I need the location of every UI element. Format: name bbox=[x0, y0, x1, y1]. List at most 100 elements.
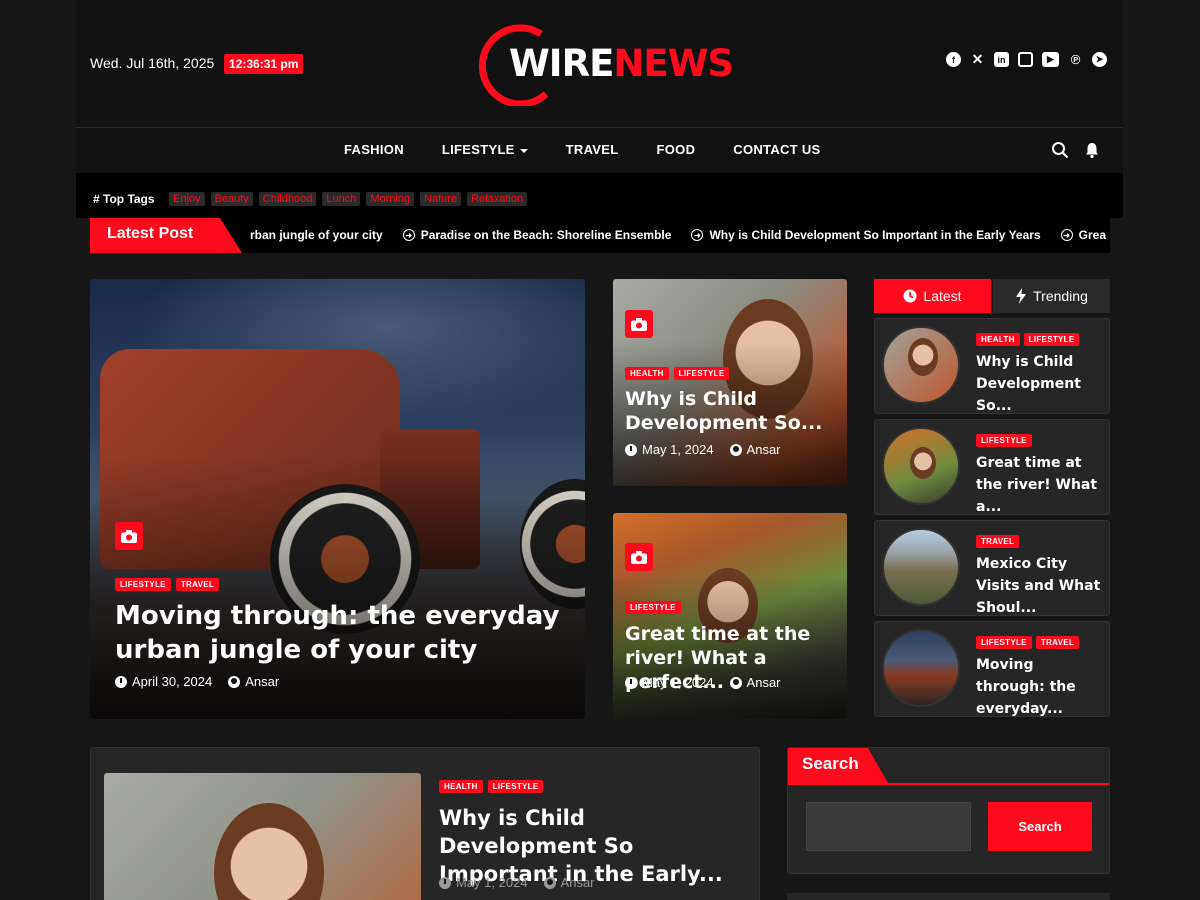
logo-news: NEWS bbox=[613, 42, 734, 85]
tag-childhood[interactable]: Childhood bbox=[258, 192, 317, 206]
sidebar-post-title[interactable]: Why is Child Development So... bbox=[976, 351, 1101, 417]
ticker-item[interactable]: rban jungle of your city bbox=[250, 228, 383, 242]
category-badge[interactable]: LIFESTYLE bbox=[115, 578, 171, 591]
camera-icon bbox=[625, 543, 653, 571]
category-badge[interactable]: TRAVEL bbox=[1035, 636, 1080, 649]
youtube-icon[interactable]: ▶ bbox=[1042, 52, 1059, 67]
post-card-date: May 1, 2024 bbox=[642, 442, 714, 457]
hero-title-line: urban jungle of your city bbox=[115, 635, 478, 665]
logo-wire: WIRE bbox=[509, 42, 614, 85]
sidebar-post-badges: LIFESTYLE bbox=[976, 434, 1032, 447]
user-icon bbox=[543, 876, 556, 889]
search-widget: Search Search bbox=[787, 747, 1110, 874]
top-tags-title: # Top Tags bbox=[93, 192, 155, 206]
social-links: f ✕ in ▶ ℗ ➤ bbox=[946, 51, 1107, 67]
tag-enjoy[interactable]: Enjoy bbox=[169, 192, 205, 206]
ticker-item[interactable]: ➜ Grea bbox=[1060, 228, 1106, 242]
sidebar-post[interactable]: TRAVEL Mexico City Visits and What Shoul… bbox=[874, 520, 1110, 616]
tag-beauty[interactable]: Beauty bbox=[210, 192, 253, 206]
nav-fashion[interactable]: FASHION bbox=[344, 142, 404, 157]
ticker-item-text: Paradise on the Beach: Shoreline Ensembl… bbox=[420, 228, 672, 242]
ticker-item[interactable]: ➜ Why is Child Development So Important i… bbox=[691, 228, 1041, 242]
ticker-item-text: rban jungle of your city bbox=[250, 228, 383, 242]
sidebar-post-thumb bbox=[882, 427, 960, 505]
top-tags-bar: # Top Tags Enjoy Beauty Childhood Lunch … bbox=[76, 173, 1123, 218]
post-card-author[interactable]: Ansar bbox=[747, 675, 781, 690]
ticker-item[interactable]: ➜ Paradise on the Beach: Shoreline Ensemb… bbox=[402, 228, 672, 242]
post-card-badges: HEALTH LIFESTYLE bbox=[625, 367, 730, 380]
arrow-right-icon: ➜ bbox=[402, 229, 415, 241]
category-badge[interactable]: HEALTH bbox=[439, 780, 483, 793]
caret-down-icon bbox=[519, 148, 528, 153]
post-card-meta: May 1, 2024 Ansar bbox=[625, 675, 781, 690]
category-badge[interactable]: TRAVEL bbox=[175, 578, 220, 591]
instagram-icon[interactable] bbox=[1018, 52, 1033, 67]
header-clock: 12:36:31 pm bbox=[224, 54, 304, 74]
hero-author[interactable]: Ansar bbox=[245, 674, 279, 689]
tab-trending[interactable]: Trending bbox=[993, 279, 1110, 313]
category-badge[interactable]: LIFESTYLE bbox=[673, 367, 730, 380]
sidebar-tabs: Latest Trending bbox=[874, 279, 1110, 313]
nav-travel[interactable]: TRAVEL bbox=[566, 142, 619, 157]
post-card[interactable]: LIFESTYLE Great time at the river! What … bbox=[613, 513, 847, 719]
hero-meta: April 30, 2024 Ansar bbox=[115, 674, 279, 689]
sidebar-post[interactable]: LIFESTYLE Great time at the river! What … bbox=[874, 419, 1110, 515]
clock-icon bbox=[625, 676, 637, 689]
sidebar-post-thumb bbox=[882, 326, 960, 404]
main-nav: FASHION LIFESTYLE TRAVEL FOOD CONTACT US bbox=[76, 127, 1123, 173]
post-card-title-line: Great time at the bbox=[625, 623, 811, 645]
category-badge[interactable]: HEALTH bbox=[976, 333, 1020, 346]
linkedin-icon[interactable]: in bbox=[994, 52, 1009, 67]
facebook-icon[interactable]: f bbox=[946, 52, 961, 67]
category-badge[interactable]: LIFESTYLE bbox=[487, 780, 544, 793]
post-card-title-line: Development So... bbox=[625, 412, 823, 434]
sidebar-post-title[interactable]: Mexico City Visits and What Shoul... bbox=[976, 553, 1101, 619]
hero-post[interactable]: LIFESTYLE TRAVEL Moving through: the eve… bbox=[90, 279, 585, 719]
hero-title[interactable]: Moving through: the everyday urban jungl… bbox=[115, 599, 559, 667]
clock-icon bbox=[625, 443, 637, 456]
search-button[interactable]: Search bbox=[988, 802, 1092, 851]
tag-nature[interactable]: Nature bbox=[420, 192, 462, 206]
clock-icon bbox=[903, 289, 917, 303]
tag-lunch[interactable]: Lunch bbox=[322, 192, 361, 206]
nav-food[interactable]: FOOD bbox=[657, 142, 696, 157]
post-card[interactable]: HEALTH LIFESTYLE Why is Child Developmen… bbox=[613, 279, 847, 486]
list-post-image bbox=[104, 773, 421, 900]
category-badge[interactable]: HEALTH bbox=[625, 367, 669, 380]
camera-icon bbox=[115, 522, 143, 550]
category-badge[interactable]: LIFESTYLE bbox=[976, 434, 1032, 447]
sidebar-post-badges: TRAVEL bbox=[976, 535, 1020, 548]
sidebar-post-title[interactable]: Great time at the river! What a... bbox=[976, 452, 1101, 518]
tab-latest-label: Latest bbox=[923, 288, 962, 304]
search-icon[interactable] bbox=[1051, 141, 1069, 159]
latest-post-ticker: Latest Post rban jungle of your city ➜ Pa… bbox=[90, 218, 1110, 253]
list-post-date: May 1, 2024 bbox=[456, 875, 528, 890]
ticker-item-text: Grea bbox=[1078, 228, 1106, 242]
list-post-badges: HEALTH LIFESTYLE bbox=[439, 780, 544, 793]
sidebar-post[interactable]: HEALTH LIFESTYLE Why is Child Developmen… bbox=[874, 318, 1110, 414]
list-post-author[interactable]: Ansar bbox=[561, 875, 595, 890]
search-input[interactable] bbox=[806, 802, 971, 851]
nav-contact[interactable]: CONTACT US bbox=[733, 142, 820, 157]
tag-relaxation[interactable]: Relaxation bbox=[467, 192, 528, 206]
sidebar-post-badges: HEALTH LIFESTYLE bbox=[976, 333, 1080, 346]
tab-latest[interactable]: Latest bbox=[874, 279, 991, 313]
nav-lifestyle[interactable]: LIFESTYLE bbox=[442, 142, 528, 157]
category-badge[interactable]: TRAVEL bbox=[976, 535, 1020, 548]
tag-morning[interactable]: Morning bbox=[366, 192, 415, 206]
site-logo[interactable]: WIRENEWS bbox=[471, 22, 734, 106]
user-icon bbox=[729, 443, 742, 456]
post-card-title[interactable]: Why is Child Development So... bbox=[625, 387, 822, 435]
sidebar-post[interactable]: LIFESTYLE TRAVEL Moving through: the eve… bbox=[874, 621, 1110, 717]
category-badge[interactable]: LIFESTYLE bbox=[1023, 333, 1080, 346]
bell-icon[interactable] bbox=[1083, 141, 1101, 159]
sidebar-post-title[interactable]: Moving through: the everyday... bbox=[976, 654, 1101, 720]
list-post[interactable]: HEALTH LIFESTYLE Why is Child Developmen… bbox=[90, 747, 760, 900]
pinterest-icon[interactable]: ℗ bbox=[1068, 52, 1083, 67]
telegram-icon[interactable]: ➤ bbox=[1092, 52, 1107, 67]
post-card-author[interactable]: Ansar bbox=[747, 442, 781, 457]
camera-icon bbox=[625, 310, 653, 338]
category-badge[interactable]: LIFESTYLE bbox=[625, 601, 681, 614]
category-badge[interactable]: LIFESTYLE bbox=[976, 636, 1032, 649]
x-icon[interactable]: ✕ bbox=[970, 51, 985, 67]
